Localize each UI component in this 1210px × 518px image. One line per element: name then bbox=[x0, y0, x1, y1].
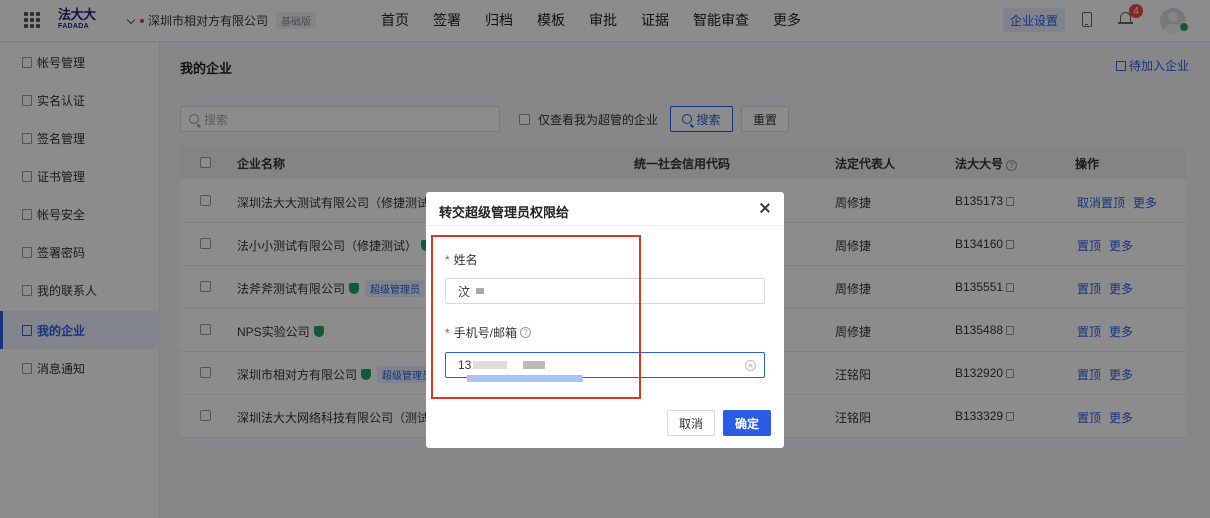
cancel-button[interactable]: 取消 bbox=[667, 410, 715, 436]
transfer-admin-modal: 转交超级管理员权限给 * 姓名 汶 * 手机号/邮箱 ? 13 取消 确定 bbox=[426, 192, 784, 448]
close-icon[interactable] bbox=[759, 202, 771, 214]
modal-title: 转交超级管理员权限给 bbox=[439, 205, 570, 220]
annotation-highlight-box bbox=[431, 235, 641, 399]
modal-header: 转交超级管理员权限给 bbox=[426, 192, 784, 226]
clear-icon[interactable] bbox=[745, 360, 756, 371]
confirm-button[interactable]: 确定 bbox=[723, 410, 771, 436]
